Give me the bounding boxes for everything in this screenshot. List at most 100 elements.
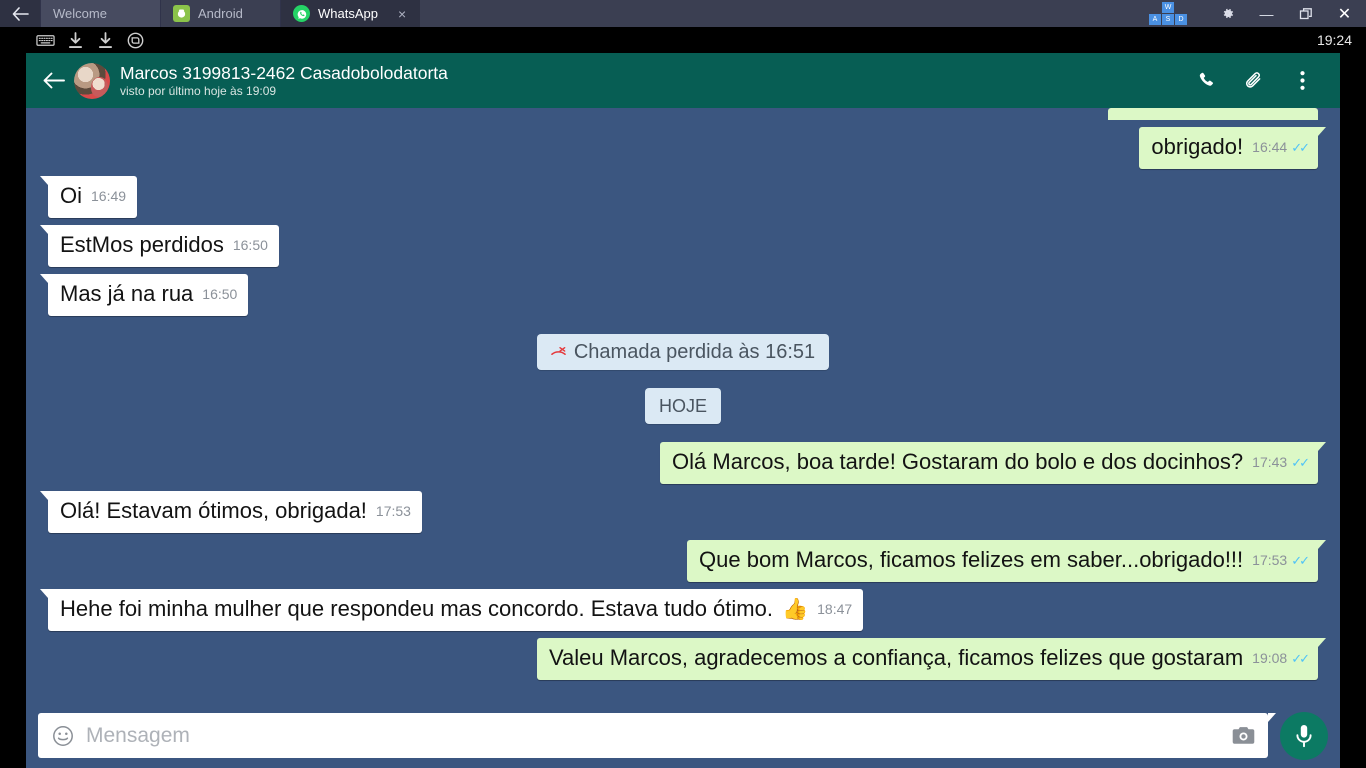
message-text: Olá! Estavam ótimos, obrigada! xyxy=(60,498,367,523)
attach-icon[interactable] xyxy=(1230,53,1278,108)
emulator-back-button[interactable] xyxy=(0,0,40,27)
day-divider-row: HOJE xyxy=(40,388,1326,424)
outgoing-bubble[interactable]: Valeu Marcos, agradecemos a confiança, f… xyxy=(536,638,1327,680)
emulator-toolbar: 19:24 xyxy=(0,27,1366,53)
message-time: 19:08 xyxy=(1252,650,1288,666)
smiley-icon[interactable] xyxy=(50,723,76,749)
tab-close-icon[interactable]: × xyxy=(398,7,406,21)
message-meta: 19:08 ✓✓ xyxy=(1252,645,1310,673)
contact-avatar[interactable] xyxy=(74,62,110,99)
download-icon[interactable] xyxy=(90,27,120,53)
close-button[interactable]: ✕ xyxy=(1325,0,1364,27)
minimize-button[interactable]: — xyxy=(1247,0,1286,27)
key-a: A xyxy=(1149,13,1161,25)
missed-call-text: Chamada perdida às 16:51 xyxy=(573,341,816,363)
gear-icon[interactable] xyxy=(1208,0,1247,27)
message-row[interactable]: Hehe foi minha mulher que respondeu mas … xyxy=(39,589,1326,631)
message-meta: 18:47 xyxy=(817,596,852,624)
message-row[interactable]: EstMos perdidos 16:50 xyxy=(40,225,1326,267)
maximize-button[interactable] xyxy=(1286,0,1325,27)
message-text: Valeu Marcos, agradecemos a confiança, f… xyxy=(548,645,1244,670)
chat-back-button[interactable] xyxy=(36,72,72,89)
message-text: Mas já na rua xyxy=(60,281,194,306)
message-text: Olá Marcos, boa tarde! Gostaram do bolo … xyxy=(672,449,1244,474)
tab-android[interactable]: Android xyxy=(160,0,280,27)
message-text: EstMos perdidos xyxy=(60,232,224,257)
voice-record-button[interactable] xyxy=(1280,711,1328,760)
message-text: Que bom Marcos, ficamos felizes em saber… xyxy=(699,547,1244,572)
whatsapp-icon xyxy=(293,5,310,22)
message-meta: 17:53 xyxy=(376,498,411,526)
message-time: 16:44 xyxy=(1252,139,1288,155)
keymapping-icon[interactable]: W A S D xyxy=(1146,1,1192,27)
message-meta: 17:43 ✓✓ xyxy=(1252,449,1310,477)
tab-whatsapp[interactable]: WhatsApp × xyxy=(280,0,421,27)
message-row[interactable]: Que bom Marcos, ficamos felizes em saber… xyxy=(40,540,1326,582)
message-meta: 16:49 xyxy=(91,183,126,211)
read-receipt-icon: ✓✓ xyxy=(1291,139,1310,155)
message-meta: 16:44 ✓✓ xyxy=(1252,134,1310,162)
read-receipt-icon: ✓✓ xyxy=(1291,650,1310,666)
message-row[interactable]: Valeu Marcos, agradecemos a confiança, f… xyxy=(40,638,1327,680)
missed-call-icon xyxy=(551,346,566,361)
read-receipt-icon: ✓✓ xyxy=(1291,454,1310,470)
message-row[interactable]: Olá! Estavam ótimos, obrigada! 17:53 xyxy=(40,491,1326,533)
contact-last-seen: visto por último hoje às 19:09 xyxy=(120,83,277,98)
read-receipt-icon: ✓✓ xyxy=(1291,552,1310,568)
incoming-bubble[interactable]: Oi 16:49 xyxy=(39,176,138,218)
call-icon[interactable] xyxy=(1182,53,1230,108)
emulator-titlebar: Welcome Android WhatsApp × W A S D — ✕ xyxy=(0,0,1366,27)
whatsapp-chat-header: Marcos 3199813-2462 Casadobolodatorta vi… xyxy=(26,53,1340,108)
message-text: obrigado! xyxy=(1151,134,1244,159)
message-time: 16:49 xyxy=(91,188,127,204)
message-text: Oi xyxy=(60,183,82,208)
outgoing-bubble[interactable]: Que bom Marcos, ficamos felizes em saber… xyxy=(687,540,1326,582)
android-icon xyxy=(173,5,190,22)
key-s: S xyxy=(1162,13,1174,25)
download-icon[interactable] xyxy=(60,27,90,53)
incoming-bubble[interactable]: Olá! Estavam ótimos, obrigada! 17:53 xyxy=(40,491,422,533)
message-row[interactable]: Oi 16:49 xyxy=(39,176,1326,218)
missed-call-notice-row: Chamada perdida às 16:51 xyxy=(40,334,1326,370)
camera-icon[interactable] xyxy=(1228,725,1258,746)
incoming-bubble[interactable]: EstMos perdidos 16:50 xyxy=(40,225,279,267)
outgoing-bubble[interactable]: Olá Marcos, boa tarde! Gostaram do bolo … xyxy=(660,442,1326,484)
overflow-menu-icon[interactable] xyxy=(1278,53,1326,108)
thumbs-up-emoji: 👍 xyxy=(781,598,809,621)
chat-header-text[interactable]: Marcos 3199813-2462 Casadobolodatorta vi… xyxy=(120,63,1182,99)
keyboard-icon[interactable] xyxy=(30,27,60,53)
partial-bubble xyxy=(1108,108,1318,120)
message-time: 17:53 xyxy=(375,503,411,519)
message-input-placeholder: Mensagem xyxy=(86,723,190,747)
left-bezel xyxy=(0,53,26,768)
system-clock: 19:24 xyxy=(1316,32,1352,48)
message-row[interactable]: Mas já na rua 16:50 xyxy=(39,274,1326,316)
day-divider: HOJE xyxy=(644,388,721,424)
outgoing-bubble[interactable]: obrigado! 16:44 ✓✓ xyxy=(1139,127,1326,169)
message-row[interactable]: obrigado! 16:44 ✓✓ xyxy=(40,127,1326,169)
message-meta: 16:50 xyxy=(202,281,237,309)
tab-welcome[interactable]: Welcome xyxy=(40,0,160,27)
chat-message-list[interactable]: obrigado! 16:44 ✓✓ Oi 16:49 EstMos perdi… xyxy=(26,108,1340,703)
screenshot-icon[interactable] xyxy=(120,27,150,53)
tab-android-label: Android xyxy=(198,6,243,21)
incoming-bubble[interactable]: Mas já na rua 16:50 xyxy=(39,274,249,316)
titlebar-right-controls: W A S D — ✕ xyxy=(1146,0,1366,27)
message-time: 17:53 xyxy=(1252,552,1288,568)
message-row[interactable]: Olá Marcos, boa tarde! Gostaram do bolo … xyxy=(40,442,1326,484)
contact-name: Marcos 3199813-2462 Casadobolodatorta xyxy=(120,62,448,83)
key-d: D xyxy=(1175,13,1187,25)
message-partial xyxy=(40,108,1326,120)
incoming-bubble[interactable]: Hehe foi minha mulher que respondeu mas … xyxy=(39,589,864,631)
message-time: 17:43 xyxy=(1252,454,1288,470)
chat-header-actions xyxy=(1182,53,1326,108)
emulator-window: Welcome Android WhatsApp × W A S D — ✕ 1… xyxy=(0,0,1366,768)
message-input-bar: Mensagem xyxy=(26,703,1340,768)
key-w: W xyxy=(1162,1,1174,13)
right-bezel xyxy=(1340,53,1366,768)
message-meta: 17:53 ✓✓ xyxy=(1252,547,1310,575)
missed-call-notice[interactable]: Chamada perdida às 16:51 xyxy=(536,334,830,370)
message-input-field[interactable]: Mensagem xyxy=(38,713,1276,758)
message-text: Hehe foi minha mulher que respondeu mas … xyxy=(60,596,773,621)
message-time: 16:50 xyxy=(202,286,238,302)
